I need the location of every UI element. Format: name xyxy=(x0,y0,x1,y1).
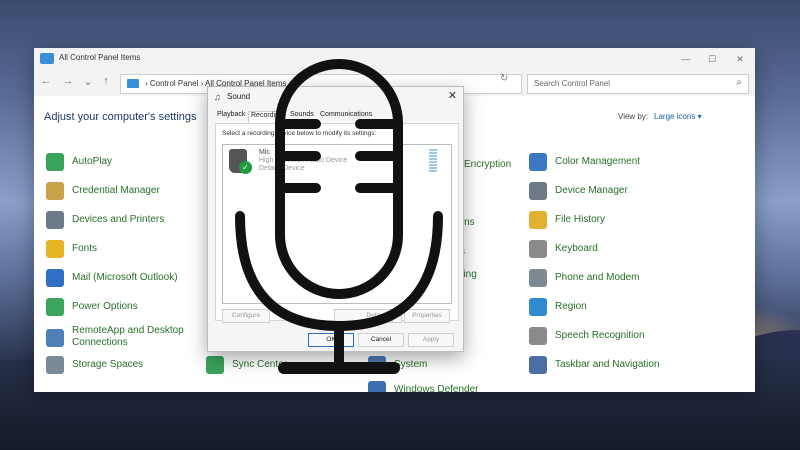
remoteapp-icon xyxy=(46,329,64,347)
refresh-icon[interactable]: ↻ xyxy=(500,73,508,84)
back-arrow-icon[interactable]: ← xyxy=(38,75,54,87)
speech-recognition-icon xyxy=(529,327,547,345)
cp-item-taskbar-and-navigation[interactable]: Taskbar and Navigation xyxy=(529,356,719,376)
device-manager-icon xyxy=(529,182,547,200)
maximize-button[interactable]: ☐ xyxy=(699,51,725,67)
view-by-label: View by: xyxy=(618,112,649,121)
sync-center-icon xyxy=(206,356,224,374)
control-panel-small-icon xyxy=(127,79,139,88)
search-box[interactable]: Search Control Panel ⌕ xyxy=(527,74,749,94)
cp-item-label: Fonts xyxy=(72,243,98,254)
cp-item-credential-manager[interactable]: Credential Manager xyxy=(46,182,196,202)
cp-item-label: Credential Manager xyxy=(72,185,160,196)
up-arrow-icon[interactable]: ↑ xyxy=(98,75,114,87)
cp-item-label: Mail (Microsoft Outlook) xyxy=(72,272,178,283)
window-title: All Control Panel Items xyxy=(59,53,141,62)
microphone-overlay-icon xyxy=(235,59,443,374)
autoplay-icon xyxy=(46,153,64,171)
cp-item-label: Power Options xyxy=(72,301,138,312)
forward-arrow-icon[interactable]: → xyxy=(60,75,76,87)
cp-item-file-history[interactable]: File History xyxy=(529,211,709,231)
cp-item-label: Taskbar and Navigation xyxy=(555,359,660,370)
region-globe-icon xyxy=(529,298,547,316)
windows-defender-icon xyxy=(368,381,386,392)
fonts-icon xyxy=(46,240,64,258)
cp-item-label: RemoteApp and Desktop Connections xyxy=(72,325,184,348)
cp-item-region[interactable]: Region xyxy=(529,298,709,318)
cp-item-keyboard[interactable]: Keyboard xyxy=(529,240,709,260)
phone-and-modem-icon xyxy=(529,269,547,287)
cp-item-label: Keyboard xyxy=(555,243,598,254)
page-heading: Adjust your computer's settings xyxy=(44,111,197,123)
keyboard-icon xyxy=(529,240,547,258)
recent-locations-chevron-icon[interactable]: ⌄ xyxy=(80,75,96,88)
cp-item-devices-and-printers[interactable]: Devices and Printers xyxy=(46,211,196,231)
cp-item-remoteapp[interactable]: RemoteApp and Desktop Connections xyxy=(46,325,206,351)
color-management-icon xyxy=(529,153,547,171)
devices-and-printers-icon xyxy=(46,211,64,229)
cp-item-label: Encryption xyxy=(464,159,512,170)
speaker-icon: ♫ xyxy=(214,92,221,102)
cp-item-label: Color Management xyxy=(555,156,641,167)
cp-item-mail[interactable]: Mail (Microsoft Outlook) xyxy=(46,269,196,289)
power-options-icon xyxy=(46,298,64,316)
cp-item-label: File History xyxy=(555,214,606,225)
taskbar-icon xyxy=(529,356,547,374)
cp-item-label: Phone and Modem xyxy=(555,272,640,283)
minimize-button[interactable]: — xyxy=(673,51,699,67)
file-history-icon xyxy=(529,211,547,229)
storage-spaces-icon xyxy=(46,356,64,374)
cp-item-label: Storage Spaces xyxy=(72,359,144,370)
cp-item-storage-spaces[interactable]: Storage Spaces xyxy=(46,356,196,376)
cp-item-fonts[interactable]: Fonts xyxy=(46,240,196,260)
cp-item-device-manager[interactable]: Device Manager xyxy=(529,182,709,202)
cp-item-label: Speech Recognition xyxy=(555,330,645,341)
close-button[interactable]: ✕ xyxy=(727,51,753,67)
cp-item-phone-and-modem[interactable]: Phone and Modem xyxy=(529,269,709,289)
cp-item-color-management[interactable]: Color Management xyxy=(529,153,709,173)
cp-item-autoplay[interactable]: AutoPlay xyxy=(46,153,196,173)
cp-item-label: AutoPlay xyxy=(72,156,113,167)
view-by-dropdown[interactable]: Large icons ▾ xyxy=(654,112,702,121)
cp-item-windows-defender[interactable]: Windows Defender xyxy=(368,381,498,392)
control-panel-icon xyxy=(40,53,54,64)
cp-item-label: Region xyxy=(555,301,587,312)
search-input[interactable]: Search Control Panel xyxy=(534,79,610,88)
search-icon[interactable]: ⌕ xyxy=(736,77,742,88)
cp-item-power-options[interactable]: Power Options xyxy=(46,298,196,318)
cp-item-label: Device Manager xyxy=(555,185,628,196)
cp-item-label: Windows Defender xyxy=(394,384,479,392)
credential-manager-icon xyxy=(46,182,64,200)
mail-icon xyxy=(46,269,64,287)
cp-item-speech-recognition[interactable]: Speech Recognition xyxy=(529,327,709,347)
cp-item-label: Devices and Printers xyxy=(72,214,165,225)
